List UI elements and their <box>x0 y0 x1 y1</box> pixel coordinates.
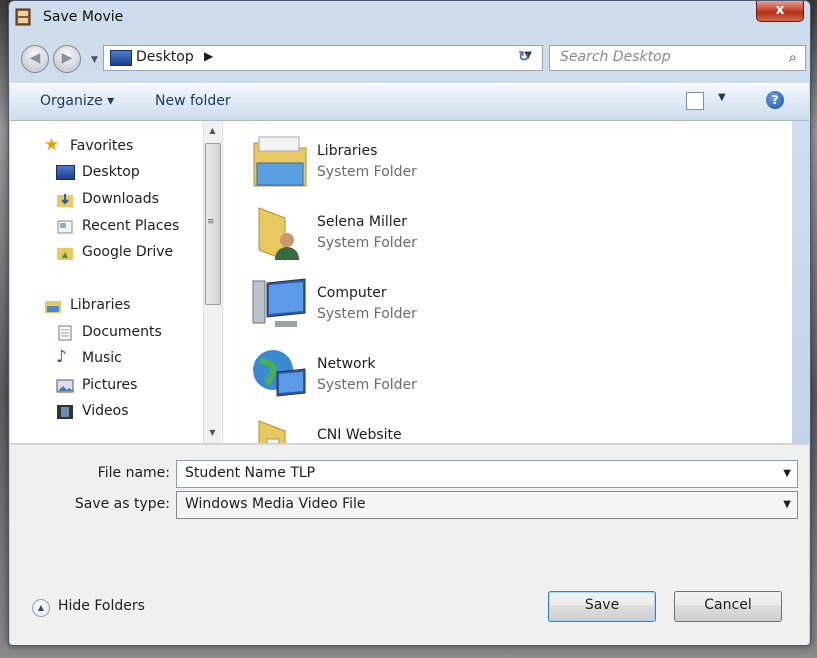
cancel-button[interactable]: Cancel <box>674 591 782 622</box>
refresh-icon: ↻ <box>518 49 530 65</box>
save-as-type-select[interactable]: Windows Media Video File ▼ <box>176 491 798 519</box>
search-box[interactable]: Search Desktop ⌕ <box>549 45 806 71</box>
folder-icon <box>258 420 286 443</box>
google-drive-folder-icon <box>57 248 73 260</box>
address-row: ◀ ▶ ▼ Desktop ▶ ▼ ↻ Search Desktop ⌕ <box>9 41 810 75</box>
network-icon <box>253 350 306 397</box>
view-options-dropdown-icon[interactable]: ▼ <box>718 92 726 103</box>
recent-pages-dropdown[interactable]: ▼ <box>91 55 98 65</box>
file-item-libraries[interactable]: Libraries System Folder <box>247 133 627 199</box>
computer-icon <box>252 278 306 327</box>
window-title: Save Movie <box>43 9 124 25</box>
file-item-computer[interactable]: Computer System Folder <box>247 275 627 341</box>
close-button[interactable]: x <box>756 1 804 22</box>
videos-icon <box>57 405 73 419</box>
scroll-down-arrow-icon[interactable]: ▼ <box>204 425 221 441</box>
downloads-folder-icon <box>57 194 73 207</box>
save-options-area: File name: Student Name TLP ▼ Save as ty… <box>10 444 809 645</box>
star-icon: ★ <box>44 135 60 155</box>
save-as-type-label: Save as type: <box>74 496 170 512</box>
music-icon: ♪ <box>56 347 67 367</box>
back-arrow-icon: ◀ <box>29 50 41 66</box>
movie-maker-icon <box>15 8 31 26</box>
save-dialog: Save Movie x ◀ ▶ ▼ Desktop ▶ ▼ ↻ Search … <box>8 0 811 646</box>
hide-folders-label: Hide Folders <box>58 598 145 614</box>
scroll-up-arrow-icon[interactable]: ▲ <box>204 123 221 139</box>
file-item-selena-miller[interactable]: Selena Miller System Folder <box>247 204 627 270</box>
forward-arrow-icon: ▶ <box>61 50 73 66</box>
save-as-type-dropdown-icon[interactable]: ▼ <box>783 499 791 510</box>
file-name-value[interactable]: Student Name TLP <box>185 465 315 481</box>
title-bar[interactable]: Save Movie x <box>9 1 810 35</box>
recent-places-icon <box>57 220 73 234</box>
search-placeholder[interactable]: Search Desktop <box>560 49 671 65</box>
nav-scrollbar[interactable]: ▲ ≡ ▼ <box>203 121 221 443</box>
pictures-icon <box>56 379 74 393</box>
search-icon[interactable]: ⌕ <box>789 48 797 66</box>
change-view-icon[interactable] <box>686 92 704 110</box>
libraries-icon <box>45 301 61 313</box>
address-bar[interactable]: Desktop ▶ ▼ <box>103 45 543 71</box>
breadcrumb-chevron-icon[interactable]: ▶ <box>204 49 213 63</box>
file-list-pane: Libraries System Folder Selena Miller Sy… <box>223 121 792 443</box>
refresh-button[interactable]: ↻ <box>512 45 536 69</box>
save-as-type-value[interactable]: Windows Media Video File <box>185 496 366 512</box>
documents-icon <box>58 325 72 341</box>
file-name-label: File name: <box>97 465 170 481</box>
user-folder-icon <box>258 207 299 261</box>
file-name-field[interactable]: Student Name TLP ▼ <box>176 460 798 488</box>
desktop-icon <box>110 50 132 66</box>
new-folder-button[interactable]: New folder <box>155 93 231 109</box>
help-icon[interactable]: ? <box>766 91 784 109</box>
close-icon: x <box>775 2 785 18</box>
back-button[interactable]: ◀ <box>21 45 49 73</box>
address-location[interactable]: Desktop <box>136 49 194 65</box>
organize-button[interactable]: Organize ▾ <box>40 93 114 109</box>
file-item-cni-website[interactable]: CNI Website <box>247 417 627 443</box>
file-item-network[interactable]: Network System Folder <box>247 346 627 412</box>
forward-button[interactable]: ▶ <box>53 45 81 73</box>
save-button[interactable]: Save <box>548 591 656 622</box>
command-toolbar: Organize ▾ New folder ▼ ? <box>10 83 809 121</box>
scroll-grip-icon: ≡ <box>207 217 215 227</box>
collapse-up-icon: ▲ <box>32 599 50 617</box>
libraries-folder-icon <box>253 136 307 187</box>
navigation-pane: ★ Favorites Desktop Downloads Recent Pla… <box>10 121 223 443</box>
desktop-icon <box>56 165 75 180</box>
file-name-dropdown-icon[interactable]: ▼ <box>783 468 791 479</box>
